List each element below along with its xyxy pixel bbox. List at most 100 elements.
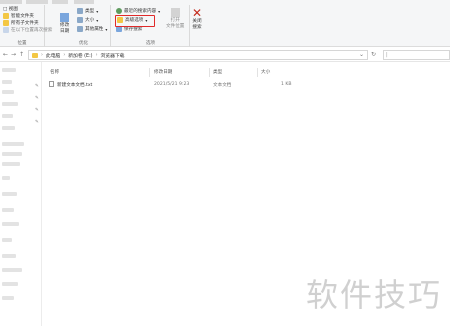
pin-icon[interactable]: ✎ — [35, 84, 39, 89]
smart-folder-button[interactable]: 智能文件夹 — [3, 13, 34, 19]
column-separator[interactable] — [209, 68, 210, 77]
breadcrumb-browser-downloads[interactable]: 浏览器下载 — [100, 52, 124, 59]
nav-item[interactable] — [2, 80, 12, 84]
subfolders-icon — [3, 20, 9, 26]
open-file-location-button[interactable]: 打开 文件位置 — [166, 8, 184, 30]
address-bar: ← → ↑ › 此电脑 › 新加卷 (E:) › 浏览器下载 ⌄ ↻ | — [0, 48, 450, 62]
text-file-icon — [49, 81, 54, 87]
calendar-icon — [60, 13, 70, 22]
nav-item[interactable] — [2, 68, 16, 72]
size-icon — [77, 17, 83, 23]
nav-item[interactable] — [2, 162, 20, 166]
chevron-down-icon: ▾ — [96, 17, 99, 23]
type-filter-label: 类型 — [85, 9, 95, 14]
file-type: 文本文档 — [213, 82, 232, 88]
search-input[interactable]: | — [383, 50, 450, 60]
open-location-icon — [170, 8, 180, 17]
chevron-down-icon: ▾ — [105, 26, 108, 32]
search-again-button[interactable]: 在以下位置再次搜索 — [3, 27, 52, 33]
nav-item[interactable] — [2, 238, 12, 242]
column-separator[interactable] — [149, 68, 150, 77]
all-subfolders-button[interactable]: 所有子文件夹 — [3, 20, 39, 26]
tab-view[interactable] — [74, 0, 94, 4]
breadcrumb[interactable]: › 此电脑 › 新加卷 (E:) › 浏览器下载 — [28, 50, 368, 60]
column-header-date[interactable]: 修改日期 — [154, 69, 172, 75]
nav-item[interactable] — [2, 152, 22, 156]
nav-item[interactable] — [2, 126, 15, 130]
chevron-down-icon: ▾ — [158, 8, 161, 14]
chevron-down-icon[interactable]: ⌄ — [358, 51, 365, 58]
breadcrumb-separator: › — [41, 52, 43, 58]
type-filter-button[interactable]: 类型 ▾ — [77, 8, 98, 14]
size-filter-label: 大小 — [85, 18, 95, 23]
table-row[interactable]: 新建文本文档.txt 2021/5/21 9:23 文本文档 1 KB — [45, 80, 450, 89]
close-search-label: 关闭 搜索 — [192, 19, 202, 30]
ribbon-item-view-label: □ 视图 — [3, 7, 18, 12]
nav-item[interactable] — [2, 90, 14, 94]
search-again-label: 在以下位置再次搜索 — [11, 28, 53, 33]
tab-share[interactable] — [52, 0, 68, 4]
search-again-icon — [3, 27, 9, 33]
refresh-icon[interactable]: ↻ — [370, 51, 377, 58]
nav-item[interactable] — [2, 296, 14, 300]
file-size: 1 KB — [281, 81, 292, 87]
breadcrumb-this-pc[interactable]: 此电脑 — [46, 52, 60, 59]
up-arrow-icon[interactable]: ↑ — [18, 51, 25, 58]
forward-arrow-icon[interactable]: → — [10, 51, 17, 58]
group-refine-label: 优化 — [79, 41, 88, 46]
group-location-label: 位置 — [17, 41, 27, 46]
close-search-button[interactable]: ✕ 关闭 搜索 — [192, 6, 203, 31]
breadcrumb-separator: › — [63, 52, 66, 58]
folder-icon — [32, 52, 38, 58]
recent-searches-icon — [116, 8, 122, 14]
date-modified-label: 修改 日期 — [60, 23, 70, 34]
nav-item[interactable] — [2, 208, 14, 212]
navigation-pane: ✎ ✎ ✎ ✎ — [0, 62, 42, 326]
all-subfolders-label: 所有子文件夹 — [11, 21, 39, 26]
open-file-location-label: 打开 文件位置 — [166, 18, 185, 29]
group-location: □ 视图 智能文件夹 所有子文件夹 在以下位置再次搜索 位置 — [0, 5, 52, 47]
nav-item[interactable] — [2, 192, 17, 196]
back-arrow-icon[interactable]: ← — [2, 51, 9, 58]
other-properties-button[interactable]: 其他属性 ▾ — [77, 26, 107, 32]
other-properties-label: 其他属性 — [85, 27, 104, 32]
search-cursor: | — [386, 52, 388, 58]
tab-home[interactable] — [26, 0, 48, 4]
nav-item[interactable] — [2, 254, 16, 258]
column-header-size[interactable]: 大小 — [261, 69, 270, 75]
folder-icon — [3, 13, 9, 19]
ribbon-item-view[interactable]: □ 视图 — [3, 6, 18, 12]
pin-icon[interactable]: ✎ — [35, 120, 39, 125]
file-date: 2021/5/21 9:23 — [154, 81, 190, 87]
advanced-options-highlight — [115, 15, 155, 27]
date-modified-button[interactable]: 修改 日期 — [60, 13, 69, 35]
nav-item[interactable] — [2, 282, 18, 286]
nav-item[interactable] — [2, 142, 24, 146]
file-name: 新建文本文档.txt — [57, 82, 93, 88]
nav-item[interactable] — [2, 176, 10, 180]
type-icon — [77, 8, 83, 14]
column-header-type[interactable]: 类型 — [213, 69, 222, 75]
nav-item[interactable] — [2, 114, 13, 118]
nav-item[interactable] — [2, 222, 19, 226]
column-header-name[interactable]: 名称 — [50, 69, 59, 75]
ribbon: □ 视图 智能文件夹 所有子文件夹 在以下位置再次搜索 位置 修改 日期 类型 … — [0, 0, 450, 47]
pin-icon[interactable]: ✎ — [35, 108, 39, 113]
file-list-header: 名称 修改日期 类型 大小 — [45, 68, 450, 77]
recent-searches-label: 最近的搜索内容 — [124, 9, 157, 14]
close-icon: ✕ — [192, 6, 203, 20]
nav-item[interactable] — [2, 102, 18, 106]
group-options-label: 选项 — [146, 41, 155, 46]
size-filter-button[interactable]: 大小 ▾ — [77, 17, 98, 23]
recent-searches-button[interactable]: 最近的搜索内容 ▾ — [116, 8, 160, 14]
group-refine: 修改 日期 类型 ▾ 大小 ▾ 其他属性 ▾ 优化 — [57, 5, 111, 47]
breadcrumb-drive-e[interactable]: 新加卷 (E:) — [68, 52, 92, 59]
chevron-down-icon: ▾ — [96, 8, 99, 14]
watermark: 软件技巧 — [305, 276, 442, 314]
breadcrumb-separator: › — [95, 52, 98, 58]
tab-file[interactable] — [0, 0, 22, 4]
column-separator[interactable] — [257, 68, 258, 77]
nav-item[interactable] — [2, 268, 22, 272]
pin-icon[interactable]: ✎ — [35, 96, 39, 101]
smart-folder-label: 智能文件夹 — [11, 14, 34, 19]
